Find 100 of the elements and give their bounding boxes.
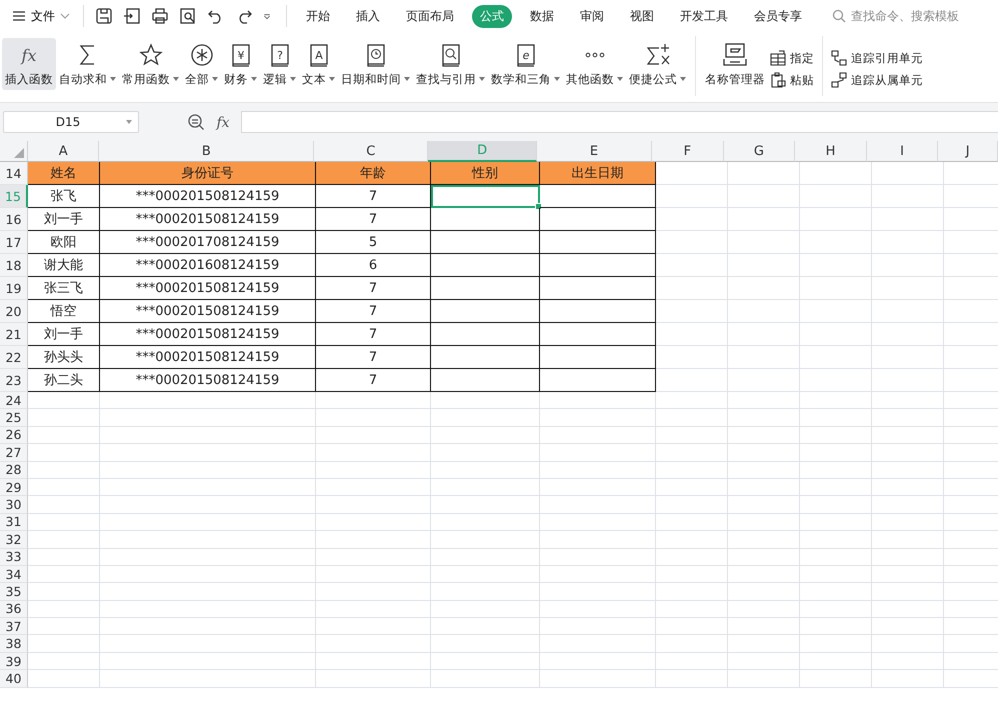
row-header[interactable]: 38 <box>0 635 28 653</box>
grid-cell <box>800 531 872 549</box>
ribbon-button[interactable]: 查找与引用 <box>413 38 488 90</box>
grid-cell <box>800 670 872 688</box>
row-header[interactable]: 16 <box>0 208 28 231</box>
row-header[interactable]: 40 <box>0 670 28 688</box>
trace-arrow-icon <box>831 50 847 66</box>
row-header[interactable]: 27 <box>0 444 28 462</box>
row-header[interactable]: 20 <box>0 300 28 323</box>
ribbon-button[interactable]: A 文本 <box>299 38 338 90</box>
ribbon-button[interactable]: 名称管理器 <box>702 38 768 90</box>
column-header[interactable]: H <box>795 141 867 162</box>
ribbon-button[interactable]: e 数学和三角 <box>488 38 563 90</box>
grid-cell <box>656 444 728 462</box>
row-header[interactable]: 19 <box>0 277 28 300</box>
grid-cell <box>800 496 872 514</box>
row-header[interactable]: 23 <box>0 369 28 392</box>
ribbon-button[interactable]: fx 插入函数 <box>2 38 56 90</box>
ribbon-button[interactable]: 其他函数 <box>563 38 626 90</box>
ribbon-button[interactable]: 全部 <box>182 38 221 90</box>
row-header[interactable]: 21 <box>0 323 28 346</box>
grid-cell <box>728 462 800 479</box>
ribbon-small-button[interactable]: 追踪引用单元 <box>829 50 925 66</box>
row-header[interactable]: 26 <box>0 426 28 444</box>
caret-icon <box>554 77 560 81</box>
table-cell: 7 <box>316 185 431 208</box>
function-icon[interactable]: fx <box>213 113 233 131</box>
row-header[interactable]: 36 <box>0 600 28 618</box>
export-icon[interactable] <box>123 7 141 25</box>
row-header[interactable]: 33 <box>0 548 28 566</box>
row-header[interactable]: 39 <box>0 652 28 670</box>
grid-cell <box>800 566 872 584</box>
column-header[interactable]: F <box>652 141 724 162</box>
ribbon-small-button[interactable]: 粘贴 <box>768 72 816 88</box>
grid-cell <box>728 277 800 300</box>
row-header[interactable]: 29 <box>0 478 28 496</box>
menu-tab[interactable]: 视图 <box>622 4 662 28</box>
row-header[interactable]: 34 <box>0 566 28 584</box>
row-header[interactable]: 25 <box>0 409 28 427</box>
row-header[interactable]: 17 <box>0 231 28 254</box>
row-header[interactable]: 28 <box>0 462 28 479</box>
row-header[interactable]: 14 <box>0 162 28 185</box>
ribbon-button[interactable]: 常用函数 <box>119 38 182 90</box>
row-header[interactable]: 18 <box>0 254 28 277</box>
menu-tab[interactable]: 会员专享 <box>746 4 810 28</box>
row-header[interactable]: 37 <box>0 618 28 636</box>
row-header[interactable]: 35 <box>0 583 28 601</box>
grid-cell <box>872 478 944 496</box>
ribbon-small-button[interactable]: 指定 <box>768 50 816 66</box>
grid-cell <box>728 300 800 323</box>
caret-icon <box>617 77 623 81</box>
menu-tab[interactable]: 数据 <box>522 4 562 28</box>
grid-cell <box>728 478 800 496</box>
ribbon-small-button[interactable]: 追踪从属单元 <box>829 72 925 88</box>
ribbon-button[interactable]: 便捷公式 <box>626 38 689 90</box>
menu-tab[interactable]: 审阅 <box>572 4 612 28</box>
column-header[interactable]: C <box>314 141 428 162</box>
table-cell: ***000201508124159 <box>100 323 316 346</box>
print-icon[interactable] <box>151 7 169 25</box>
grid-cell <box>800 185 872 208</box>
row-header[interactable]: 31 <box>0 514 28 532</box>
grid-cell <box>800 208 872 231</box>
column-header[interactable]: I <box>866 141 938 162</box>
menu-tab[interactable]: 开始 <box>298 4 338 28</box>
ribbon-button[interactable]: ¥ 财务 <box>221 38 260 90</box>
menu-icon <box>12 10 26 22</box>
menu-tab[interactable]: 页面布局 <box>398 4 462 28</box>
grid-cell <box>800 478 872 496</box>
zoom-icon[interactable] <box>187 113 205 131</box>
ribbon-button[interactable]: 自动求和 <box>56 38 119 90</box>
column-header[interactable]: E <box>536 141 652 162</box>
row-header[interactable]: 32 <box>0 531 28 549</box>
fill-handle[interactable] <box>535 203 542 210</box>
chevron-icon <box>60 12 70 20</box>
column-header[interactable]: J <box>938 141 998 162</box>
name-box[interactable]: D15 <box>3 111 139 133</box>
grid-cell <box>800 462 872 479</box>
row-header[interactable]: 22 <box>0 346 28 369</box>
menu-tab[interactable]: 开发工具 <box>672 4 736 28</box>
column-header[interactable]: A <box>28 141 100 162</box>
grid-cell <box>28 478 100 496</box>
table-cell: 张三飞 <box>28 277 100 300</box>
menu-tab[interactable]: 插入 <box>348 4 388 28</box>
print-preview-icon[interactable] <box>179 7 197 25</box>
grid-cell <box>728 496 800 514</box>
asterisk-icon <box>188 42 214 68</box>
grid-cell <box>656 478 728 496</box>
row-header[interactable]: 30 <box>0 496 28 514</box>
column-header[interactable]: G <box>724 141 796 162</box>
file-menu[interactable]: 文件 <box>8 8 74 24</box>
grid-cell <box>656 514 728 532</box>
ribbon-button[interactable]: ? 逻辑 <box>260 38 299 90</box>
grid-cell <box>872 208 944 231</box>
grid-cell <box>872 346 944 369</box>
row-header[interactable]: 24 <box>0 392 28 410</box>
save-icon[interactable] <box>95 7 113 25</box>
table-cell: 7 <box>316 277 431 300</box>
ribbon-button[interactable]: 日期和时间 <box>338 38 413 90</box>
column-header[interactable]: B <box>99 141 314 162</box>
formula-input[interactable] <box>241 111 998 133</box>
